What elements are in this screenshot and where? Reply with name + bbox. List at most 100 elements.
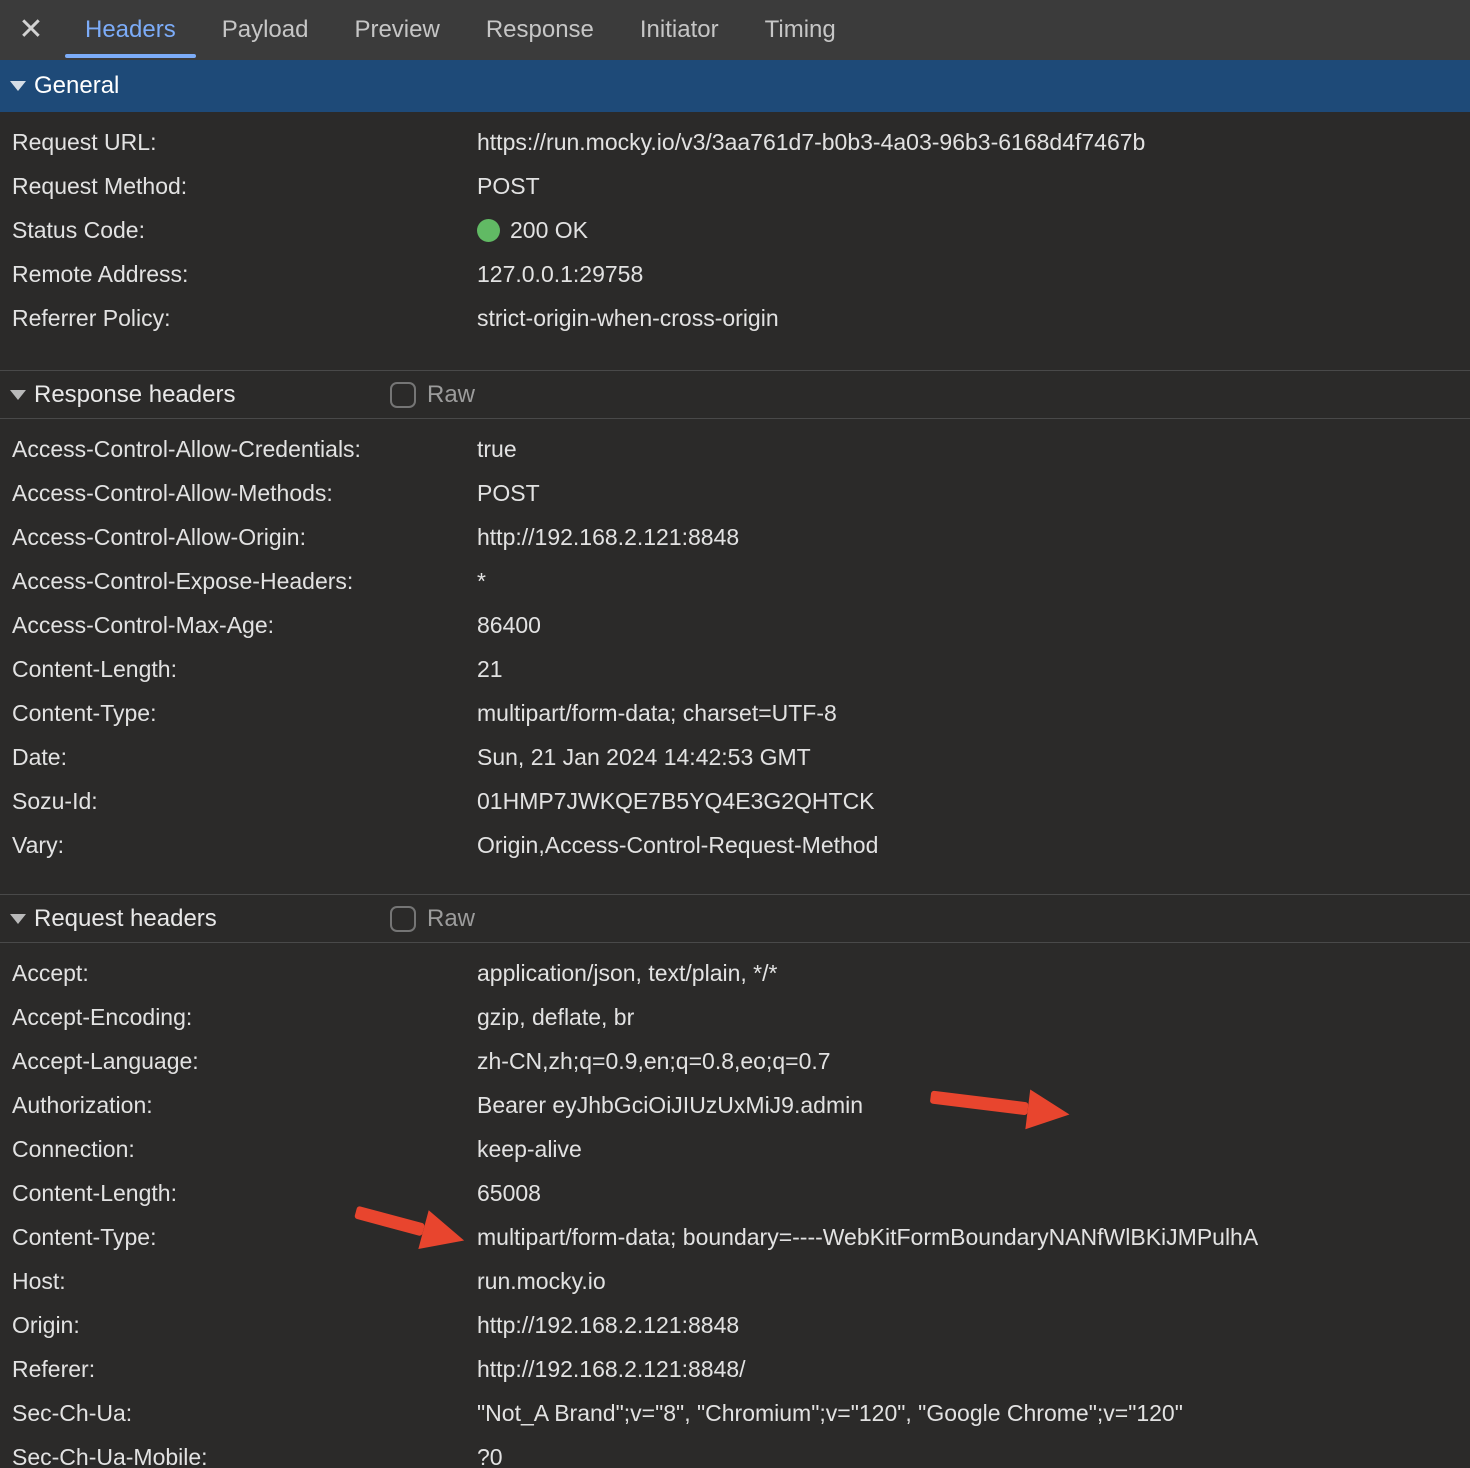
header-value: gzip, deflate, br (477, 1004, 634, 1031)
header-value: Bearer eyJhbGciOiJIUzUxMiJ9.admin (477, 1092, 863, 1119)
header-value: POST (477, 480, 540, 507)
response-headers-section-title: Response headers (34, 381, 235, 409)
header-name: Access-Control-Expose-Headers: (12, 568, 477, 595)
header-name: Accept: (12, 960, 477, 987)
header-row: Authorization:Bearer eyJhbGciOiJIUzUxMiJ… (0, 1083, 1470, 1127)
header-row: Content-Length:21 (0, 647, 1470, 691)
request-headers-section-header[interactable]: Request headers Raw (0, 894, 1470, 943)
header-name: Status Code: (12, 217, 477, 244)
header-row: Access-Control-Max-Age:86400 (0, 603, 1470, 647)
header-name: Content-Length: (12, 656, 477, 683)
header-row: Content-Type:multipart/form-data; bounda… (0, 1215, 1470, 1259)
header-name: Origin: (12, 1312, 477, 1339)
status-ok-dot-icon (477, 219, 500, 242)
header-row: Access-Control-Allow-Credentials:true (0, 427, 1470, 471)
disclosure-triangle-icon[interactable] (10, 81, 26, 91)
header-name: Vary: (12, 832, 477, 859)
tab-initiator[interactable]: Initiator (617, 0, 742, 60)
header-value: http://192.168.2.121:8848 (477, 1312, 739, 1339)
header-value: 21 (477, 656, 503, 683)
header-row: Sec-Ch-Ua-Mobile:?0 (0, 1435, 1470, 1468)
header-row: Accept-Encoding:gzip, deflate, br (0, 995, 1470, 1039)
raw-label[interactable]: Raw (427, 381, 475, 409)
tab-payload[interactable]: Payload (199, 0, 332, 60)
header-name: Access-Control-Max-Age: (12, 612, 477, 639)
tab-label: Headers (85, 16, 176, 44)
header-row: Connection:keep-alive (0, 1127, 1470, 1171)
header-name: Access-Control-Allow-Methods: (12, 480, 477, 507)
general-section-title: General (34, 72, 119, 100)
header-name: Request URL: (12, 129, 477, 156)
header-row: Sozu-Id:01HMP7JWKQE7B5YQ4E3G2QHTCK (0, 779, 1470, 823)
request-headers-section-title: Request headers (34, 905, 217, 933)
header-value: strict-origin-when-cross-origin (477, 305, 779, 332)
tab-label: Response (486, 16, 594, 44)
header-value: run.mocky.io (477, 1268, 606, 1295)
header-row: Content-Length:65008 (0, 1171, 1470, 1215)
header-row: Accept-Language:zh-CN,zh;q=0.9,en;q=0.8,… (0, 1039, 1470, 1083)
header-row: Accept:application/json, text/plain, */* (0, 951, 1470, 995)
tab-preview[interactable]: Preview (331, 0, 462, 60)
tab-headers[interactable]: Headers (62, 0, 199, 60)
header-row: Date:Sun, 21 Jan 2024 14:42:53 GMT (0, 735, 1470, 779)
header-name: Sec-Ch-Ua-Mobile: (12, 1444, 477, 1468)
header-value: 65008 (477, 1180, 541, 1207)
header-name: Remote Address: (12, 261, 477, 288)
close-icon: ✕ (18, 15, 43, 45)
header-row: Request URL:https://run.mocky.io/v3/3aa7… (0, 120, 1470, 164)
response-headers-rows: Access-Control-Allow-Credentials:trueAcc… (0, 419, 1470, 894)
tab-label: Timing (765, 16, 836, 44)
header-value: Sun, 21 Jan 2024 14:42:53 GMT (477, 744, 811, 771)
header-name: Content-Type: (12, 700, 477, 727)
response-headers-section-header[interactable]: Response headers Raw (0, 370, 1470, 419)
header-value: 127.0.0.1:29758 (477, 261, 643, 288)
header-row: Host:run.mocky.io (0, 1259, 1470, 1303)
header-name: Referrer Policy: (12, 305, 477, 332)
raw-toggle-request: Raw (390, 895, 475, 942)
header-value: multipart/form-data; charset=UTF-8 (477, 700, 837, 727)
tab-response[interactable]: Response (463, 0, 617, 60)
general-section-header[interactable]: General (0, 60, 1470, 112)
close-button[interactable]: ✕ (0, 0, 62, 60)
raw-checkbox-request[interactable] (390, 906, 416, 932)
disclosure-triangle-icon[interactable] (10, 914, 26, 924)
header-name: Authorization: (12, 1092, 477, 1119)
header-value: 01HMP7JWKQE7B5YQ4E3G2QHTCK (477, 788, 875, 815)
header-name: Sozu-Id: (12, 788, 477, 815)
header-row: Vary:Origin,Access-Control-Request-Metho… (0, 823, 1470, 867)
tab-timing[interactable]: Timing (742, 0, 859, 60)
header-name: Access-Control-Allow-Credentials: (12, 436, 477, 463)
tab-label: Preview (354, 16, 439, 44)
header-name: Referer: (12, 1356, 477, 1383)
devtools-tab-bar: ✕ Headers Payload Preview Response Initi… (0, 0, 1470, 60)
raw-checkbox-response[interactable] (390, 382, 416, 408)
header-name: Accept-Language: (12, 1048, 477, 1075)
header-value: POST (477, 173, 540, 200)
header-value: "Not_A Brand";v="8", "Chromium";v="120",… (477, 1400, 1183, 1427)
header-name: Content-Type: (12, 1224, 477, 1251)
header-value: true (477, 436, 517, 463)
header-value: application/json, text/plain, */* (477, 960, 777, 987)
header-row: Access-Control-Expose-Headers:* (0, 559, 1470, 603)
header-name: Connection: (12, 1136, 477, 1163)
header-name: Request Method: (12, 173, 477, 200)
header-name: Sec-Ch-Ua: (12, 1400, 477, 1427)
raw-toggle-response: Raw (390, 371, 475, 418)
tab-label: Payload (222, 16, 309, 44)
raw-label[interactable]: Raw (427, 905, 475, 933)
header-row: Sec-Ch-Ua:"Not_A Brand";v="8", "Chromium… (0, 1391, 1470, 1435)
header-value: 86400 (477, 612, 541, 639)
header-value: keep-alive (477, 1136, 582, 1163)
disclosure-triangle-icon[interactable] (10, 390, 26, 400)
tab-label: Initiator (640, 16, 719, 44)
header-row: Access-Control-Allow-Methods:POST (0, 471, 1470, 515)
header-row: Request Method:POST (0, 164, 1470, 208)
header-name: Host: (12, 1268, 477, 1295)
header-name: Accept-Encoding: (12, 1004, 477, 1031)
header-row: Referrer Policy:strict-origin-when-cross… (0, 296, 1470, 340)
header-value: http://192.168.2.121:8848 (477, 524, 739, 551)
header-value: https://run.mocky.io/v3/3aa761d7-b0b3-4a… (477, 129, 1145, 156)
header-value: * (477, 568, 486, 595)
header-value: multipart/form-data; boundary=----WebKit… (477, 1224, 1258, 1251)
header-value: http://192.168.2.121:8848/ (477, 1356, 746, 1383)
